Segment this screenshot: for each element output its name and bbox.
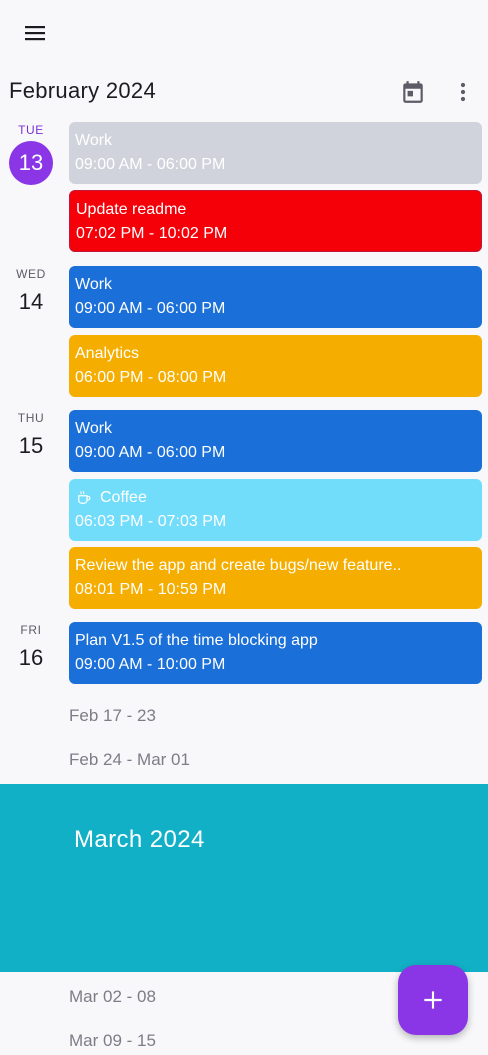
month-banner-title: March 2024: [74, 826, 205, 853]
day-label[interactable]: WED 14: [0, 267, 62, 315]
menu-button[interactable]: [14, 12, 56, 54]
event-time: 09:00 AM - 06:00 PM: [75, 156, 226, 173]
week-range[interactable]: Feb 17 - 23: [69, 706, 156, 726]
day-of-week: TUE: [18, 123, 44, 137]
coffee-cup-icon: [78, 490, 91, 504]
today-button[interactable]: [393, 72, 433, 112]
day-of-month: 16: [18, 645, 44, 670]
event-card[interactable]: Plan V1.5 of the time blocking app 09:00…: [69, 622, 482, 684]
day-of-month: 14: [18, 289, 44, 314]
event-card[interactable]: Coffee 06:03 PM - 07:03 PM: [69, 479, 482, 541]
event-title: Update readme: [76, 201, 187, 218]
event-title: Work: [75, 132, 113, 149]
event-title: Plan V1.5 of the time blocking app: [75, 632, 318, 649]
event-title-row: Coffee: [75, 488, 476, 508]
event-card[interactable]: Work 09:00 AM - 06:00 PM: [69, 410, 482, 472]
month-title: February 2024: [9, 78, 156, 103]
day-label[interactable]: FRI 16: [0, 623, 62, 671]
day-of-week: WED: [16, 267, 46, 281]
day-of-week: FRI: [20, 623, 42, 637]
event-title: Analytics: [75, 345, 140, 362]
event-time: 07:02 PM - 10:02 PM: [76, 225, 228, 242]
plus-icon: [424, 991, 442, 1009]
event-card[interactable]: Work 09:00 AM - 06:00 PM: [69, 122, 482, 184]
event-time: 09:00 AM - 10:00 PM: [75, 656, 226, 673]
add-event-button[interactable]: [398, 965, 468, 1035]
event-title: Coffee: [100, 489, 147, 506]
week-range[interactable]: Feb 24 - Mar 01: [69, 750, 190, 770]
day-of-month: 15: [18, 433, 44, 458]
month-header: February 2024: [0, 66, 488, 116]
day-label[interactable]: THU 15: [0, 411, 62, 459]
today-date-circle: 13: [9, 141, 53, 185]
event-card[interactable]: Update readme 07:02 PM - 10:02 PM: [69, 190, 482, 252]
more-options-button[interactable]: [443, 72, 483, 112]
event-time: 06:03 PM - 07:03 PM: [75, 513, 227, 530]
event-title: Review the app and create bugs/new featu…: [75, 557, 402, 574]
week-range[interactable]: Mar 02 - 08: [69, 987, 156, 1007]
day-label-today[interactable]: TUE 13: [0, 123, 62, 185]
calendar-screen: February 2024 TUE 13 WED 14 THU 15 FRI 1…: [0, 0, 488, 1055]
event-card[interactable]: Analytics 06:00 PM - 08:00 PM: [69, 335, 482, 397]
event-title: Work: [75, 420, 113, 437]
event-card[interactable]: Review the app and create bugs/new featu…: [69, 547, 482, 609]
more-vert-icon: [460, 82, 466, 102]
event-time: 06:00 PM - 08:00 PM: [75, 369, 227, 386]
event-time: 08:01 PM - 10:59 PM: [75, 581, 227, 598]
week-range[interactable]: Mar 09 - 15: [69, 1031, 156, 1051]
day-of-week: THU: [17, 411, 45, 425]
calendar-today-icon: [403, 81, 423, 103]
event-time: 09:00 AM - 06:00 PM: [75, 444, 226, 461]
hamburger-menu-icon: [25, 26, 45, 41]
event-time: 09:00 AM - 06:00 PM: [75, 300, 226, 317]
top-app-bar: [0, 0, 488, 64]
event-card[interactable]: Work 09:00 AM - 06:00 PM: [69, 266, 482, 328]
event-title: Work: [75, 276, 113, 293]
month-banner: March 2024: [0, 784, 488, 972]
